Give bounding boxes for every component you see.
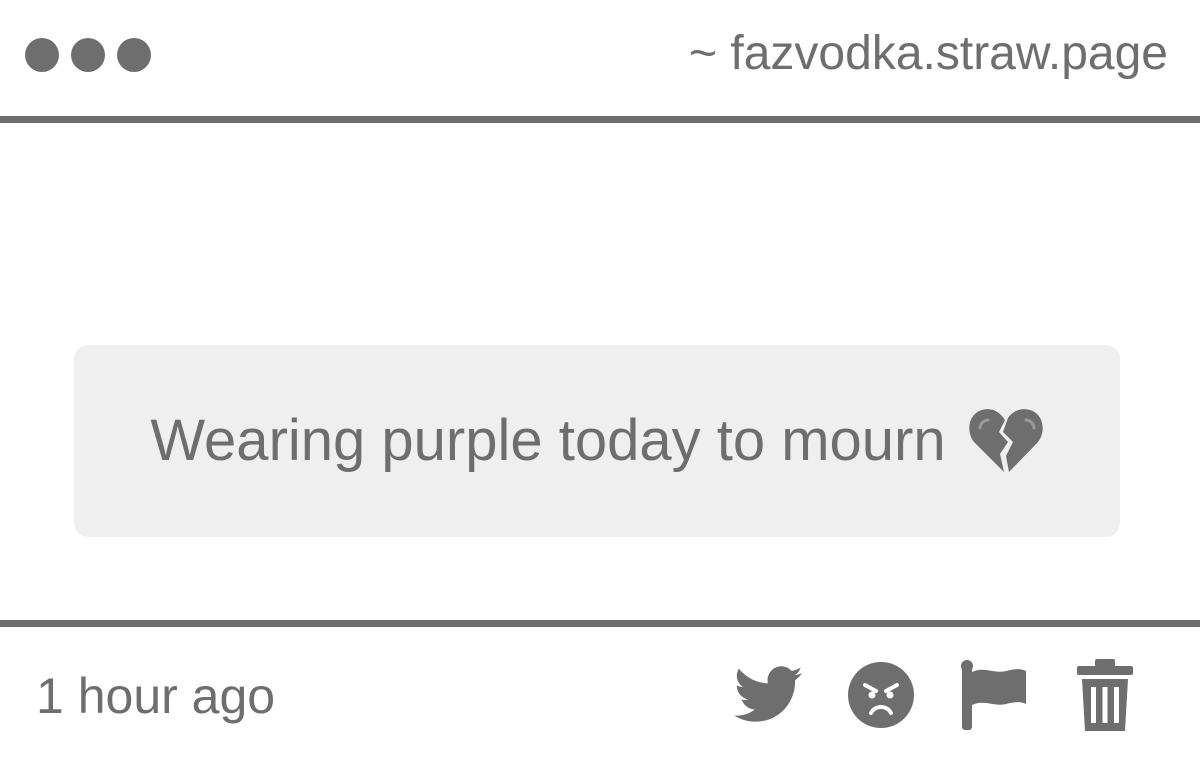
twitter-share-button[interactable]	[734, 657, 804, 733]
report-flag-button[interactable]	[958, 657, 1028, 733]
twitter-bird-icon	[734, 666, 804, 724]
window-controls	[25, 38, 151, 72]
angry-react-button[interactable]	[846, 657, 916, 733]
delete-button[interactable]	[1070, 657, 1140, 733]
bottom-divider	[0, 620, 1200, 627]
message-card: Wearing purple today to mourn	[74, 345, 1120, 537]
action-bar	[734, 657, 1140, 733]
window-dot-2[interactable]	[71, 38, 105, 72]
post-footer: 1 hour ago	[0, 627, 1200, 760]
broken-heart-icon	[968, 406, 1044, 476]
window-top-bar: ~ fazvodka.straw.page	[0, 0, 1200, 116]
window-dot-1[interactable]	[25, 38, 59, 72]
window-dot-3[interactable]	[117, 38, 151, 72]
page-url: ~ fazvodka.straw.page	[689, 27, 1168, 80]
angry-face-icon	[847, 661, 915, 729]
message-text: Wearing purple today to mourn	[150, 408, 946, 473]
timestamp: 1 hour ago	[36, 668, 276, 724]
top-divider	[0, 116, 1200, 123]
trash-icon	[1075, 657, 1135, 733]
flag-icon	[958, 658, 1028, 732]
